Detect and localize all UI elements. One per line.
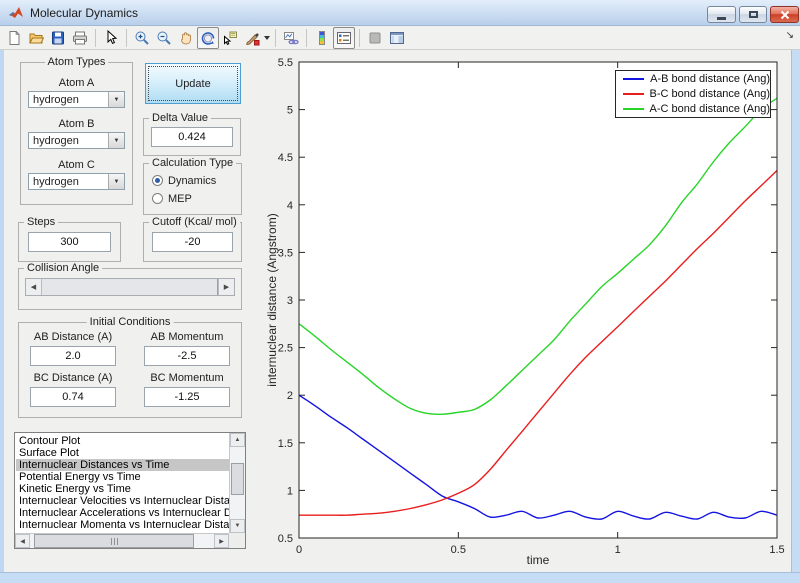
list-item[interactable]: Kinetic Energy vs Time xyxy=(16,483,229,495)
atom-b-value: hydrogen xyxy=(33,134,79,147)
plot-type-listbox: Contour Plot Surface Plot Internuclear D… xyxy=(14,432,246,549)
list-item[interactable]: Contour Plot xyxy=(16,435,229,447)
slider-thumb[interactable] xyxy=(42,279,218,295)
y-tick-label: 1 xyxy=(287,485,293,497)
calculation-type-panel: Calculation Type Dynamics MEP xyxy=(143,157,242,215)
steps-field[interactable]: 300 xyxy=(28,232,111,252)
atom-c-value: hydrogen xyxy=(33,175,79,188)
slider-right-arrow[interactable]: ▶ xyxy=(218,279,234,295)
atom-a-dropdown[interactable]: hydrogen ▼ xyxy=(28,91,125,108)
radio-label: Dynamics xyxy=(168,174,217,187)
bc-distance-label: BC Distance (A) xyxy=(33,372,113,384)
x-tick-label: 0.5 xyxy=(451,544,466,556)
panel-title: Initial Conditions xyxy=(86,316,174,328)
list-item[interactable]: Potential Energy vs Time xyxy=(16,471,229,483)
delta-value-panel: Delta Value 0.424 xyxy=(143,112,241,156)
app-window: Molecular Dynamics ↘ 0 0.5 1 1.5 0.5 1 1… xyxy=(0,0,800,583)
atom-c-dropdown[interactable]: hydrogen ▼ xyxy=(28,173,125,190)
steps-panel: Steps 300 xyxy=(18,216,121,262)
x-tick-label: 0 xyxy=(296,544,302,556)
scrollbar-corner xyxy=(229,533,245,548)
initial-conditions-panel: Initial Conditions AB Distance (A) 2.0 A… xyxy=(18,316,242,418)
panel-title: Steps xyxy=(24,216,59,228)
x-axis-label: time xyxy=(526,553,550,567)
scroll-up-arrow[interactable]: ▲ xyxy=(230,433,245,447)
list-item[interactable]: Internuclear Momenta vs Internuclear Dis… xyxy=(16,519,229,531)
atom-a-value: hydrogen xyxy=(33,93,79,106)
update-button[interactable]: Update xyxy=(145,63,241,104)
horizontal-scroll-thumb[interactable] xyxy=(34,534,194,548)
panel-title: Cutoff (Kcal/ mol) xyxy=(149,216,240,228)
atom-b-dropdown[interactable]: hydrogen ▼ xyxy=(28,132,125,149)
y-tick-label: 3.5 xyxy=(278,247,293,259)
radio-label: MEP xyxy=(168,192,192,205)
legend-entry: B-C bond distance (Ang) xyxy=(623,88,770,101)
y-axis-label: internuclear distance (Angstrom) xyxy=(265,213,279,387)
cutoff-field[interactable]: -20 xyxy=(152,232,233,252)
collision-angle-panel: Collision Angle ◀ ▶ xyxy=(18,262,242,310)
list-item[interactable]: Surface Plot xyxy=(16,447,229,459)
atom-c-label: Atom C xyxy=(58,159,95,171)
cutoff-panel: Cutoff (Kcal/ mol) -20 xyxy=(143,216,242,262)
slider-left-arrow[interactable]: ◀ xyxy=(26,279,42,295)
y-tick-label: 1.5 xyxy=(278,438,293,450)
list-item[interactable]: Internuclear Accelerations vs Internucle… xyxy=(16,507,229,519)
scroll-left-arrow[interactable]: ◀ xyxy=(15,534,30,548)
chevron-down-icon[interactable]: ▼ xyxy=(108,92,124,107)
scroll-right-arrow[interactable]: ▶ xyxy=(214,534,229,548)
vertical-scroll-thumb[interactable] xyxy=(231,463,244,495)
plot-background xyxy=(299,62,777,538)
radio-dynamics[interactable]: Dynamics xyxy=(152,173,241,188)
vertical-scrollbar[interactable]: ▲ ▼ xyxy=(229,433,245,533)
y-tick-label: 0.5 xyxy=(278,533,293,545)
list-item[interactable]: Internuclear Distances vs Time xyxy=(16,459,229,471)
ab-distance-field[interactable]: 2.0 xyxy=(30,346,116,366)
ab-momentum-field[interactable]: -2.5 xyxy=(144,346,230,366)
delta-value-field[interactable]: 0.424 xyxy=(151,127,233,147)
panel-title: Calculation Type xyxy=(149,157,237,169)
y-tick-label: 2 xyxy=(287,390,293,402)
y-tick-label: 5 xyxy=(287,105,293,117)
panel-title: Delta Value xyxy=(149,112,212,124)
horizontal-scrollbar[interactable]: ◀ ▶ xyxy=(15,533,229,548)
focus-ring xyxy=(148,66,238,101)
atom-types-panel: Atom Types Atom A hydrogen ▼ Atom B hydr… xyxy=(20,56,133,205)
ab-momentum-label: AB Momentum xyxy=(150,331,224,343)
collision-angle-slider[interactable]: ◀ ▶ xyxy=(25,278,235,296)
atom-b-label: Atom B xyxy=(58,118,95,130)
legend-entry: A-C bond distance (Ang) xyxy=(623,103,770,116)
plot-legend[interactable]: A-B bond distance (Ang) B-C bond distanc… xyxy=(615,70,771,118)
y-tick-label: 2.5 xyxy=(278,343,293,355)
legend-entry: A-B bond distance (Ang) xyxy=(623,73,770,86)
panel-title: Collision Angle xyxy=(24,262,103,274)
listbox-items: Contour Plot Surface Plot Internuclear D… xyxy=(16,435,229,533)
x-tick-label: 1.5 xyxy=(769,544,784,556)
ab-distance-label: AB Distance (A) xyxy=(33,331,113,343)
radio-mep[interactable]: MEP xyxy=(152,191,241,206)
list-item[interactable]: Internuclear Velocities vs Internuclear … xyxy=(16,495,229,507)
y-tick-label: 4 xyxy=(287,200,293,212)
legend-line-sample xyxy=(623,108,644,110)
legend-label: A-C bond distance (Ang) xyxy=(649,103,770,115)
y-tick-label: 5.5 xyxy=(278,57,293,69)
radio-icon xyxy=(152,175,163,186)
bc-distance-field[interactable]: 0.74 xyxy=(30,387,116,407)
y-tick-label: 3 xyxy=(287,295,293,307)
legend-line-sample xyxy=(623,78,645,80)
bc-momentum-label: BC Momentum xyxy=(150,372,224,384)
atom-a-label: Atom A xyxy=(58,77,95,89)
legend-line-sample xyxy=(623,93,644,95)
legend-label: B-C bond distance (Ang) xyxy=(649,88,770,100)
y-tick-label: 4.5 xyxy=(278,152,293,164)
chevron-down-icon[interactable]: ▼ xyxy=(108,174,124,189)
panel-title: Atom Types xyxy=(44,56,109,68)
radio-icon xyxy=(152,193,163,204)
scroll-down-arrow[interactable]: ▼ xyxy=(230,519,245,533)
x-tick-label: 1 xyxy=(615,544,621,556)
chevron-down-icon[interactable]: ▼ xyxy=(108,133,124,148)
legend-label: A-B bond distance (Ang) xyxy=(650,73,770,85)
bc-momentum-field[interactable]: -1.25 xyxy=(144,387,230,407)
